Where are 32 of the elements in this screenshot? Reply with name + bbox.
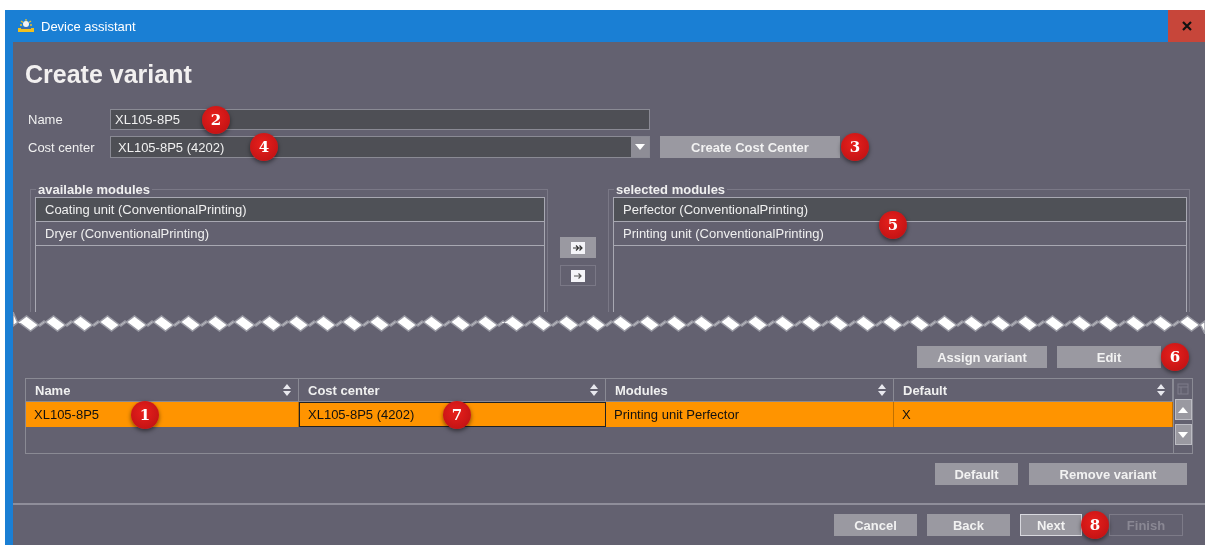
down-arrow-icon — [1178, 431, 1188, 438]
field-label: Cost center — [27, 139, 96, 155]
table-cell[interactable]: X — [894, 402, 1173, 427]
group-title: available modules — [37, 182, 151, 197]
callout-badge: 6 — [1161, 343, 1189, 371]
sort-icon[interactable] — [877, 383, 887, 397]
move-all-button[interactable] — [560, 237, 596, 258]
callout-badge: 3 — [841, 133, 869, 161]
group-title: selected modules — [615, 182, 727, 197]
window-title: Device assistant — [41, 18, 137, 34]
move-down-button[interactable] — [1174, 424, 1192, 445]
field-label: Name — [27, 112, 64, 127]
sort-icon[interactable] — [1156, 383, 1166, 397]
list-item[interactable]: Coating unit (ConventionalPrinting) — [36, 198, 544, 222]
move-up-button[interactable] — [1174, 399, 1192, 420]
close-button[interactable] — [1168, 10, 1205, 42]
callout-badge: 4 — [250, 133, 278, 161]
sort-icon[interactable] — [589, 383, 599, 397]
caret-icon — [635, 144, 645, 150]
page-heading: Create variant — [25, 59, 193, 89]
sort-icon[interactable] — [282, 383, 292, 397]
double-arrow-icon — [571, 241, 585, 254]
close-icon — [1181, 21, 1192, 31]
gear-icon — [17, 19, 35, 33]
callout-badge: 5 — [879, 211, 907, 239]
table-cell[interactable]: Printing unit Perfector — [606, 402, 894, 427]
callout-badge: 2 — [202, 105, 230, 134]
list-item[interactable]: Dryer (ConventionalPrinting) — [36, 222, 544, 246]
up-arrow-icon — [1178, 406, 1188, 413]
move-button[interactable] — [560, 265, 596, 286]
arrow-icon — [571, 269, 585, 282]
callout-badge: 8 — [1081, 511, 1109, 539]
